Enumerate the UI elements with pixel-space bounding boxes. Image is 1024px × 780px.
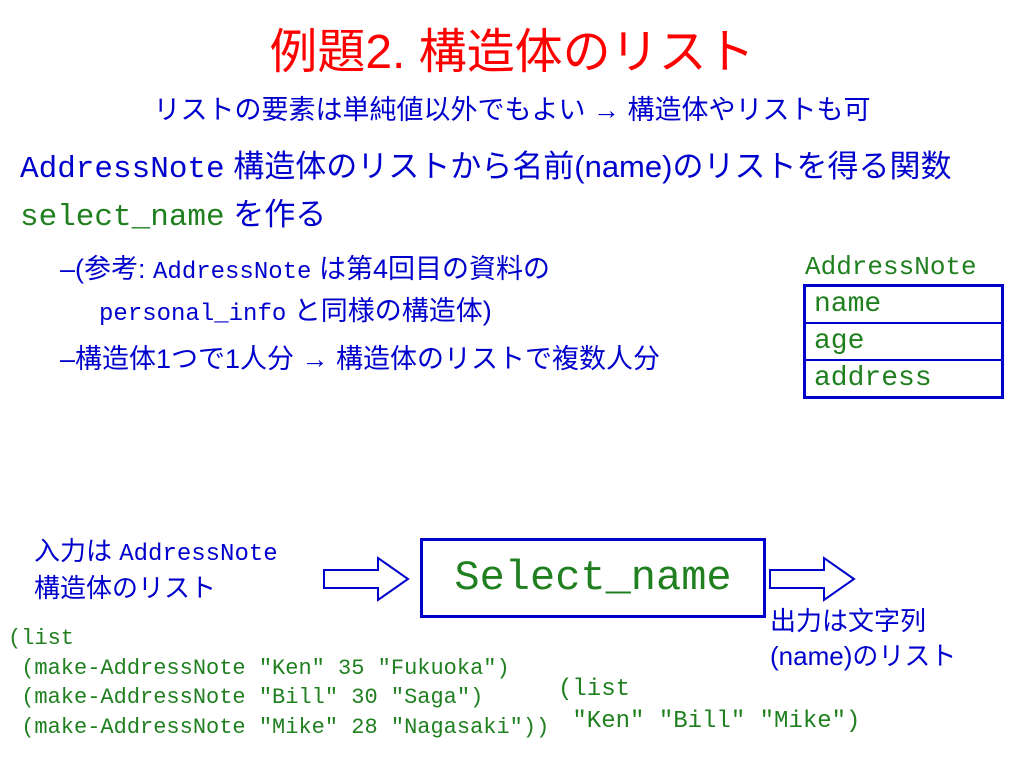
bullet-1e: と同様の構造体) (286, 296, 492, 326)
code-input: (list (make-AddressNote "Ken" 35 "Fukuok… (8, 624, 549, 743)
struct-label: AddressNote (805, 252, 998, 282)
code-output: (list "Ken" "Bill" "Mike") (558, 674, 860, 739)
main-text-1: 構造体のリストから名前(name)のリストを得る関数 (225, 149, 952, 184)
select-name-word: select_name (20, 200, 225, 235)
struct-row-age: age (806, 324, 1001, 361)
main-paragraph: AddressNote 構造体のリストから名前(name)のリストを得る関数 s… (20, 145, 1004, 241)
output-label-l1: 出力は文字列 (770, 606, 926, 636)
struct-row-address: address (806, 361, 1001, 396)
struct-table: name age address (803, 284, 1004, 399)
addressnote-word: AddressNote (20, 152, 225, 187)
input-label-mono: AddressNote (119, 541, 277, 568)
flow-diagram: 入力は AddressNote 構造体のリスト Select_name 出力は文… (0, 534, 1024, 764)
bullet-1-mono1: AddressNote (153, 259, 311, 286)
arrow-right-icon (768, 556, 856, 602)
arrow-right-icon (322, 556, 410, 602)
function-box: Select_name (420, 538, 766, 618)
output-label-l2: (name)のリスト (770, 641, 956, 671)
bullet-1c: は第4回目の資料の (311, 254, 550, 284)
struct-diagram: AddressNote name age address (803, 252, 998, 399)
input-label-pre: 入力は (34, 536, 119, 566)
struct-row-name: name (806, 287, 1001, 324)
input-label-line2: 構造体のリスト (34, 573, 216, 603)
bullet-1a: –(参考: (60, 254, 153, 284)
slide-title: 例題2. 構造体のリスト (0, 12, 1024, 82)
output-label: 出力は文字列 (name)のリスト (770, 604, 956, 674)
input-label: 入力は AddressNote 構造体のリスト (34, 534, 278, 606)
main-text-2: を作る (225, 197, 327, 232)
slide-subtitle: リストの要素は単純値以外でもよい → 構造体やリストも可 (0, 88, 1024, 127)
bullet-1-mono2: personal_info (99, 301, 286, 328)
